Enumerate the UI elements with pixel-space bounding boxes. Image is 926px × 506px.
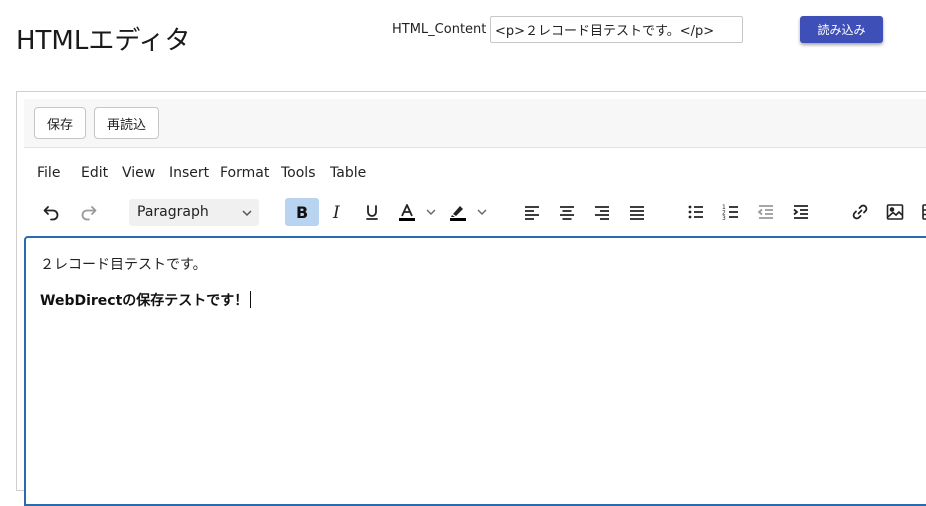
content-paragraph-text: WebDirectの保存テストです！ (40, 293, 249, 309)
bold-icon[interactable]: B (285, 198, 319, 226)
highlight-icon[interactable] (443, 198, 473, 226)
numbered-list-icon[interactable]: 123 (716, 198, 746, 226)
bullet-list-icon[interactable] (681, 198, 711, 226)
image-icon[interactable] (880, 198, 910, 226)
menu-file[interactable]: File (37, 158, 60, 188)
text-color-dropdown-icon[interactable] (424, 198, 438, 226)
editor-content-area[interactable]: ２レコード目テストです。 WebDirectの保存テストです！ (24, 236, 926, 506)
html-content-input[interactable] (490, 16, 743, 43)
editor-toolbar: Paragraph B I 1 2 3 (24, 196, 926, 230)
editor-frame: 保存 再読込 File Edit View Insert Format Tool… (16, 91, 926, 506)
redo-icon[interactable] (74, 198, 104, 226)
action-bar: 保存 再読込 (24, 99, 926, 148)
italic-icon[interactable]: I (322, 198, 352, 226)
reload-button[interactable]: 再読込 (94, 107, 159, 139)
block-format-value: Paragraph (137, 204, 209, 220)
content-paragraph-bold[interactable]: WebDirectの保存テストです！ (40, 290, 252, 310)
link-icon[interactable] (845, 198, 875, 226)
save-button[interactable]: 保存 (34, 107, 86, 139)
html-content-label: HTML_Content (392, 22, 487, 37)
align-justify-icon[interactable] (622, 198, 652, 226)
chevron-down-icon (242, 210, 252, 217)
content-paragraph[interactable]: ２レコード目テストです。 (40, 254, 207, 274)
menu-edit[interactable]: Edit (81, 158, 108, 188)
align-left-icon[interactable] (517, 198, 547, 226)
load-button[interactable]: 読み込み (800, 16, 883, 43)
svg-text:3: 3 (722, 215, 726, 222)
text-color-icon[interactable] (392, 198, 422, 226)
block-format-select[interactable]: Paragraph (129, 199, 259, 226)
align-right-icon[interactable] (587, 198, 617, 226)
menu-format[interactable]: Format (220, 158, 269, 188)
undo-icon[interactable] (36, 198, 66, 226)
page-title: HTMLエディタ (16, 26, 191, 56)
underline-icon[interactable] (357, 198, 387, 226)
text-caret (250, 291, 252, 308)
svg-text:I: I (332, 203, 340, 222)
menu-view[interactable]: View (122, 158, 155, 188)
menu-tools[interactable]: Tools (281, 158, 316, 188)
menu-table[interactable]: Table (330, 158, 366, 188)
indent-icon[interactable] (786, 198, 816, 226)
svg-text:B: B (296, 203, 308, 222)
menu-insert[interactable]: Insert (169, 158, 209, 188)
outdent-icon[interactable] (751, 198, 781, 226)
highlight-dropdown-icon[interactable] (475, 198, 489, 226)
align-center-icon[interactable] (552, 198, 582, 226)
table-icon[interactable] (915, 198, 926, 226)
